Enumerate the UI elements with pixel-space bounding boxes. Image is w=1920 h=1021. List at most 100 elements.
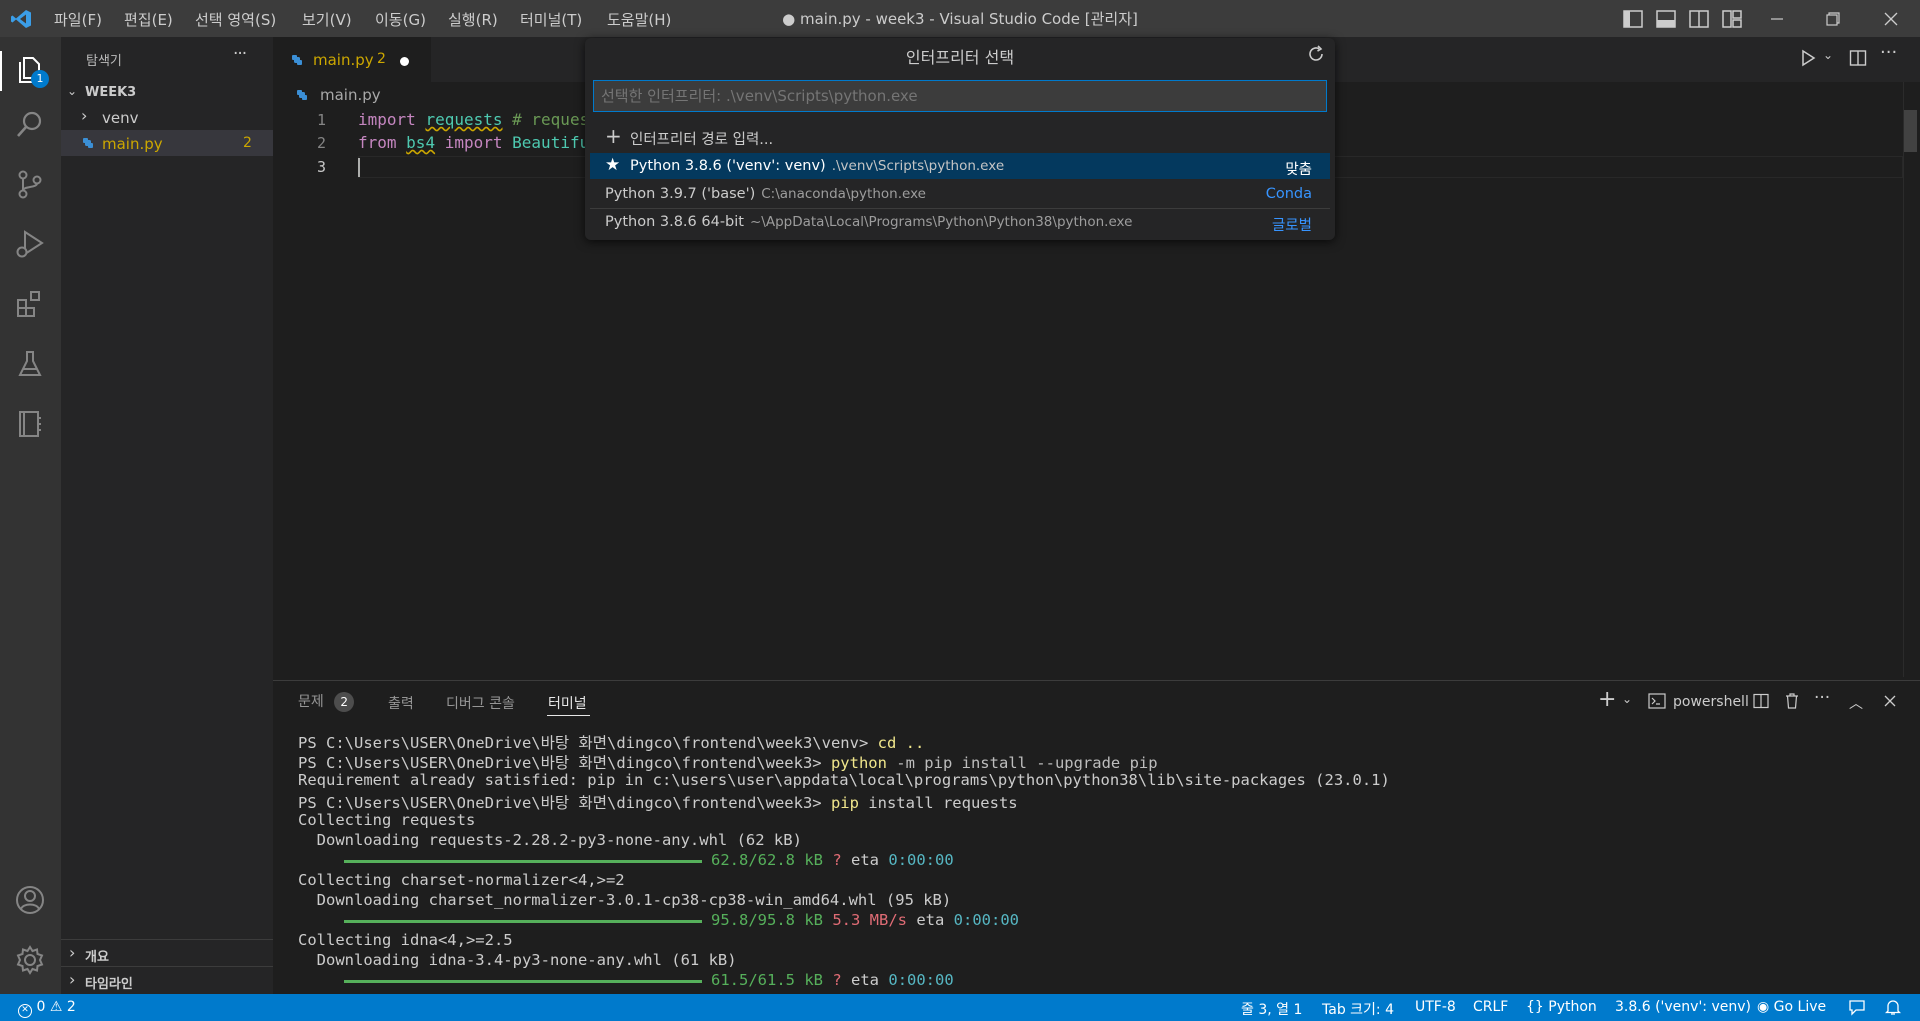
search-icon[interactable] [14,109,46,141]
line-ending[interactable]: CRLF [1473,999,1508,1015]
menu-help[interactable]: 도움말(H) [607,9,671,30]
module-name: bs4 [406,133,436,152]
activity-bar: 1 [0,37,61,994]
jupyter-icon[interactable] [14,408,46,440]
tree-item-label: main.py [102,135,163,153]
feedback-icon[interactable] [1848,999,1866,1016]
more-actions-button[interactable]: ··· [233,44,247,64]
close-panel-icon[interactable] [1883,694,1897,708]
line-number: 2 [316,134,326,152]
python-file-icon [83,138,93,148]
trash-icon[interactable] [1784,692,1800,710]
menu-view[interactable]: 보기(V) [302,9,352,30]
text-cursor [358,158,360,177]
problems-status[interactable]: ✕ 0 ⚠ 2 [18,999,76,1018]
split-terminal-icon[interactable] [1753,693,1769,709]
toggle-secondary-sidebar-icon[interactable] [1688,8,1710,30]
menu-run[interactable]: 실행(R) [448,9,498,30]
interpreter-item-venv[interactable]: ★ Python 3.8.6 ('venv': venv) .\venv\Scri… [590,153,1330,179]
interpreter-search-input[interactable] [593,80,1327,112]
menu-terminal[interactable]: 터미널(T) [520,9,582,30]
terminal-line: Collecting idna<4,>=2.5 [298,931,513,949]
panel-tab-output[interactable]: 출력 [388,693,414,713]
active-indicator [0,51,2,91]
keyword: import [358,110,416,129]
unsaved-dot-icon[interactable] [400,57,409,66]
arguments: -m pip install --upgrade pip [886,754,1158,772]
progress-size: 62.8/62.8 kB [711,851,823,869]
panel-tab-debug-console[interactable]: 디버그 콘솔 [446,693,515,713]
vscode-logo-icon [11,10,31,28]
chevron-right-icon: › [81,106,88,125]
interpreter-name: Python 3.9.7 ('base') [605,186,756,202]
more-panel-actions-button[interactable]: ··· [1814,688,1830,708]
tab-main-py[interactable]: main.py 2 [273,37,431,82]
interpreter-path: .\venv\Scripts\python.exe [831,158,1005,174]
eta-label: eta [851,971,880,989]
language-label: Python [1548,999,1597,1015]
terminal-line: PS C:\Users\USER\OneDrive\바탕 화면\dingco\f… [298,791,1018,813]
chevron-down-icon[interactable]: ⌄ [1823,48,1833,62]
progress-info: 62.8/62.8 kB ? eta 0:00:00 [711,851,954,869]
tab-size[interactable]: Tab 크기: 4 [1322,999,1394,1019]
python-interpreter-status[interactable]: 3.8.6 ('venv': venv) [1615,999,1751,1015]
section-timeline[interactable]: › 타임라인 [61,966,273,994]
editor-scrollbar[interactable] [1903,110,1917,152]
enter-interpreter-path-item[interactable]: + 인터프리터 경로 입력... [590,123,1330,149]
tree-item-main-py[interactable]: main.py 2 [61,130,273,156]
interpreter-tag: Conda [1265,186,1312,202]
progress-info: 95.8/95.8 kB 5.3 MB/s eta 0:00:00 [711,911,1019,929]
tab-label: main.py [313,51,374,69]
new-terminal-icon[interactable]: + [1598,687,1616,712]
explorer-sidebar: 탐색기 ··· ⌄ WEEK3 › venv main.py 2 › 개요 › … [61,37,273,994]
progress-eta: 0:00:00 [953,911,1019,929]
more-editor-actions-button[interactable]: ··· [1880,42,1897,63]
close-window-icon[interactable] [1880,8,1902,30]
toggle-primary-sidebar-icon[interactable] [1622,8,1644,30]
menu-file[interactable]: 파일(F) [54,9,102,30]
run-file-icon[interactable] [1800,49,1816,67]
testing-icon[interactable] [14,348,46,380]
go-live-button[interactable]: ◉ Go Live [1757,999,1826,1015]
refresh-icon[interactable] [1306,44,1326,64]
encoding[interactable]: UTF-8 [1415,999,1456,1015]
notifications-bell-icon[interactable] [1885,999,1901,1016]
breadcrumb-file[interactable]: main.py [320,86,381,104]
panel-tab-terminal[interactable]: 터미널 [548,693,587,713]
tree-root-week3[interactable]: ⌄ WEEK3 [61,82,273,104]
code-line-1[interactable]: import requests # reques [358,110,589,129]
interpreter-item-base[interactable]: Python 3.9.7 ('base') C:\anaconda\python.… [590,181,1330,207]
progress-speed: ? [832,851,842,869]
source-control-icon[interactable] [14,168,46,200]
menu-edit[interactable]: 편집(E) [124,9,173,30]
broadcast-icon: ◉ [1757,999,1770,1015]
cursor-position[interactable]: 줄 3, 열 1 [1241,999,1302,1019]
menu-selection[interactable]: 선택 영역(S) [195,9,276,30]
extensions-icon[interactable] [14,288,46,320]
tab-problem-badge: 2 [377,51,386,67]
terminal-shell-label[interactable]: powershell [1673,694,1749,710]
code-line-2[interactable]: from bs4 import Beautiful [358,133,599,152]
section-outline[interactable]: › 개요 [61,939,273,967]
arguments: install requests [858,794,1018,812]
tree-item-venv[interactable]: › venv [61,104,273,130]
customize-layout-icon[interactable] [1721,8,1743,30]
chevron-down-icon[interactable]: ⌄ [1622,692,1632,706]
plus-icon: + [605,124,622,148]
settings-gear-icon[interactable] [14,944,46,976]
quick-pick-title: 인터프리터 선택 [905,48,1015,67]
toggle-panel-icon[interactable] [1655,8,1677,30]
command: python [830,754,887,772]
split-editor-icon[interactable] [1849,49,1867,67]
accounts-icon[interactable] [14,884,46,916]
interpreter-item-global[interactable]: Python 3.8.6 64-bit ~\AppData\Local\Progr… [590,209,1330,235]
restore-icon[interactable] [1822,8,1844,30]
item-label: Python 3.9.7 ('base') C:\anaconda\python.… [605,186,926,202]
panel-tab-problems[interactable]: 문제 2 [298,691,355,712]
maximize-panel-icon[interactable]: ︿ [1849,693,1863,713]
run-debug-icon[interactable] [14,228,46,260]
chevron-right-icon: › [69,943,76,962]
language-mode[interactable]: {} Python [1526,999,1597,1015]
minimize-icon[interactable] [1766,8,1788,30]
menu-go[interactable]: 이동(G) [375,9,426,30]
